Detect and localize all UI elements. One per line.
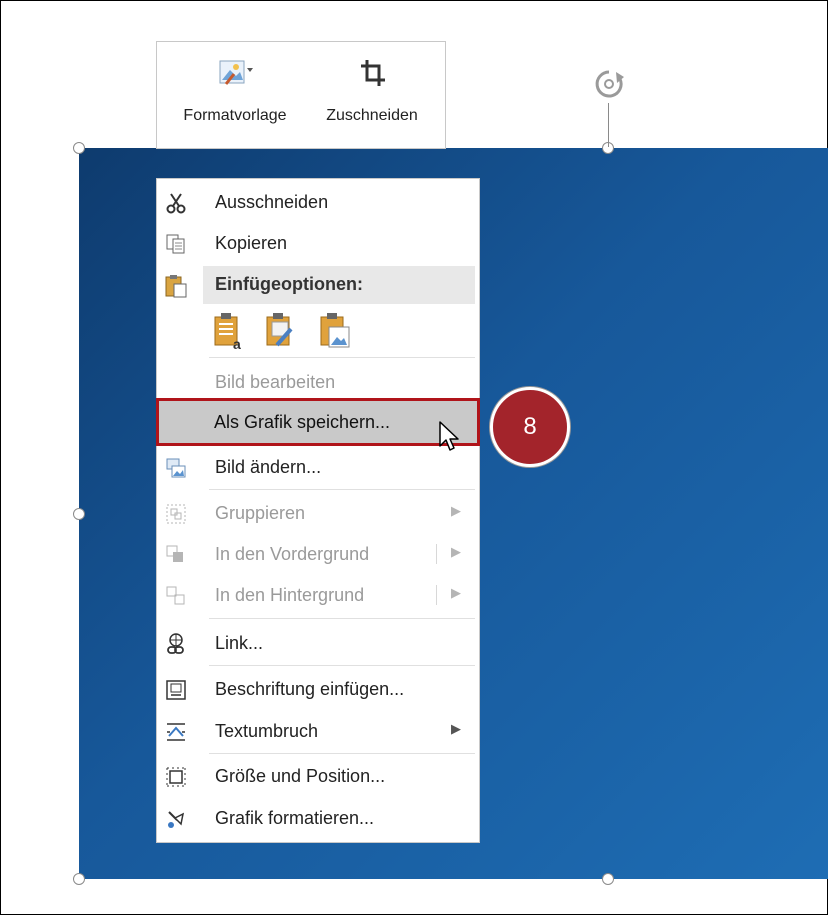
menu-label-send-to-back: In den Hintergrund xyxy=(215,585,365,605)
scissors-icon xyxy=(166,193,186,214)
wrap-text-icon xyxy=(167,723,185,741)
svg-text:a: a xyxy=(233,336,241,351)
menu-item-edit-picture: Bild bearbeiten xyxy=(157,362,479,402)
group-icon xyxy=(166,504,186,524)
menu-label-bring-to-front: In den Vordergrund xyxy=(215,544,370,564)
step-badge: 8 xyxy=(490,387,570,467)
resize-handle-bottom-center[interactable] xyxy=(602,873,614,885)
submenu-arrow-icon: ▶ xyxy=(451,721,461,736)
menu-separator xyxy=(209,489,475,490)
link-icon xyxy=(167,633,184,654)
menu-label-copy: Kopieren xyxy=(215,233,288,253)
menu-item-wrap-text[interactable]: Textumbruch ▶ xyxy=(157,711,479,751)
paste-as-picture-icon xyxy=(320,313,350,348)
crop-icon xyxy=(361,60,385,86)
menu-item-save-as-picture[interactable]: Als Grafik speichern... xyxy=(156,398,480,446)
split-divider xyxy=(436,585,437,605)
menu-item-change-picture[interactable]: Bild ändern... xyxy=(157,447,479,487)
menu-item-insert-caption[interactable]: Beschriftung einfügen... xyxy=(157,669,479,709)
menu-label-format-picture: Grafik formatieren... xyxy=(215,808,375,828)
submenu-arrow-icon: ▶ xyxy=(451,544,461,559)
menu-separator xyxy=(209,665,475,666)
split-divider xyxy=(436,544,437,564)
change-picture-icon xyxy=(166,458,186,478)
menu-label-size-position: Größe und Position... xyxy=(215,766,386,786)
menu-label-edit-picture: Bild bearbeiten xyxy=(215,372,336,392)
send-to-back-icon xyxy=(166,586,185,605)
paste-option-merge-formatting[interactable] xyxy=(263,311,299,351)
menu-item-group: Gruppieren ▶ xyxy=(157,493,479,533)
menu-separator xyxy=(209,753,475,754)
rotation-stem xyxy=(608,103,609,147)
picture-style-icon xyxy=(219,60,253,85)
menu-separator xyxy=(209,357,475,358)
submenu-arrow-icon: ▶ xyxy=(451,503,461,518)
crop-button[interactable]: Zuschneiden xyxy=(307,42,437,148)
style-label: Formatvorlage xyxy=(183,107,287,124)
menu-item-format-picture[interactable]: Grafik formatieren... xyxy=(157,798,479,838)
menu-label-change-picture: Bild ändern... xyxy=(215,457,322,477)
menu-item-send-to-back: In den Hintergrund ▶ xyxy=(157,575,479,615)
menu-label-link: Link... xyxy=(215,633,264,653)
mini-toolbar: Formatvorlage Zuschneiden xyxy=(156,41,446,149)
menu-separator xyxy=(209,618,475,619)
menu-label-wrap-text: Textumbruch xyxy=(215,721,319,741)
menu-label-save-as-picture: Als Grafik speichern... xyxy=(214,412,391,432)
menu-label-group: Gruppieren xyxy=(215,503,306,523)
style-button[interactable]: Formatvorlage xyxy=(165,42,305,148)
menu-label-cut: Ausschneiden xyxy=(215,192,329,212)
format-picture-icon xyxy=(168,811,185,828)
menu-item-size-position[interactable]: Größe und Position... xyxy=(157,756,479,796)
paste-options-label: Einfügeoptionen: xyxy=(215,274,363,294)
paste-option-keep-formatting[interactable]: a xyxy=(211,311,247,352)
paste-merge-icon xyxy=(266,313,293,347)
paste-option-picture[interactable] xyxy=(317,311,353,351)
mouse-cursor-icon xyxy=(439,421,459,451)
caption-icon xyxy=(166,680,186,700)
size-position-icon xyxy=(166,767,186,787)
context-menu: Ausschneiden Kopieren Einfügeoptionen: a xyxy=(156,178,480,843)
paste-icon xyxy=(165,275,187,298)
menu-label-insert-caption: Beschriftung einfügen... xyxy=(215,679,405,699)
resize-handle-bottom-left[interactable] xyxy=(73,873,85,885)
copy-icon xyxy=(166,234,185,254)
submenu-arrow-icon: ▶ xyxy=(451,585,461,600)
resize-handle-middle-left[interactable] xyxy=(73,508,85,520)
menu-item-bring-to-front: In den Vordergrund ▶ xyxy=(157,534,479,574)
crop-label: Zuschneiden xyxy=(326,107,418,124)
bring-to-front-icon xyxy=(166,545,183,562)
paste-keep-source-icon: a xyxy=(214,313,241,352)
paste-options-header: Einfügeoptionen: xyxy=(203,266,475,304)
menu-item-link[interactable]: Link... xyxy=(157,623,479,663)
resize-handle-top-left[interactable] xyxy=(73,142,85,154)
menu-item-copy[interactable]: Kopieren xyxy=(157,223,479,263)
rotate-handle-icon[interactable] xyxy=(589,64,629,104)
menu-item-cut[interactable]: Ausschneiden xyxy=(157,182,479,222)
